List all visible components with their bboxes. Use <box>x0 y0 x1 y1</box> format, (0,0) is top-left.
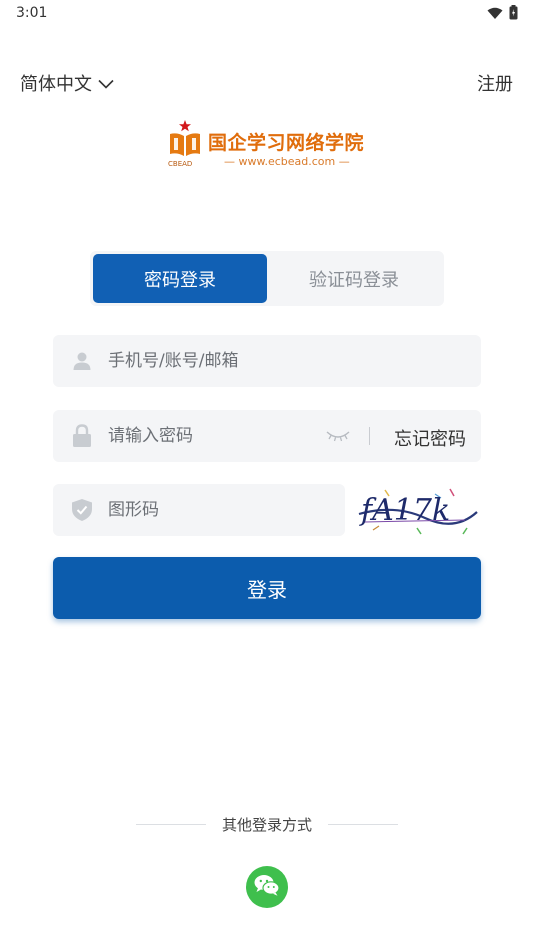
user-icon <box>70 349 94 373</box>
captcha-input[interactable] <box>108 484 328 536</box>
account-input[interactable] <box>108 335 468 387</box>
chevron-down-icon <box>98 73 114 94</box>
status-bar: 3:01 <box>0 0 534 28</box>
status-time: 3:01 <box>16 5 48 21</box>
wechat-icon <box>253 873 281 901</box>
tab-code-login[interactable]: 验证码登录 <box>267 254 441 303</box>
wechat-login-button[interactable] <box>246 866 288 908</box>
password-field: 忘记密码 <box>53 410 481 462</box>
captcha-text: fA17k <box>359 493 450 528</box>
logo: 国企学习网络学院 — www.ecbead.com — CBEAD <box>168 120 368 170</box>
battery-icon <box>509 5 518 24</box>
divider-line-right <box>328 824 398 825</box>
other-login-divider: 其他登录方式 <box>136 814 398 834</box>
login-button[interactable]: 登录 <box>53 557 481 619</box>
language-select[interactable]: 简体中文 <box>20 70 114 96</box>
captcha-image[interactable]: fA17k <box>355 484 481 536</box>
account-field <box>53 335 481 387</box>
eye-closed-icon[interactable] <box>325 428 351 447</box>
forgot-password-link[interactable]: 忘记密码 <box>394 425 466 451</box>
register-link[interactable]: 注册 <box>477 70 513 96</box>
password-input[interactable] <box>108 410 358 462</box>
status-icons <box>487 5 518 24</box>
logo-url: — www.ecbead.com — <box>224 155 350 168</box>
captcha-field <box>53 484 345 536</box>
login-tabs: 密码登录 验证码登录 <box>90 251 444 306</box>
logo-name: 国企学习网络学院 <box>208 132 365 154</box>
language-label: 简体中文 <box>20 74 92 95</box>
shield-icon <box>70 498 94 522</box>
logo-abbr: CBEAD <box>168 160 193 168</box>
lock-icon <box>70 424 94 448</box>
tab-password-login[interactable]: 密码登录 <box>93 254 267 303</box>
divider <box>369 427 370 445</box>
wifi-icon <box>487 5 503 24</box>
book-logo-icon <box>168 120 204 164</box>
